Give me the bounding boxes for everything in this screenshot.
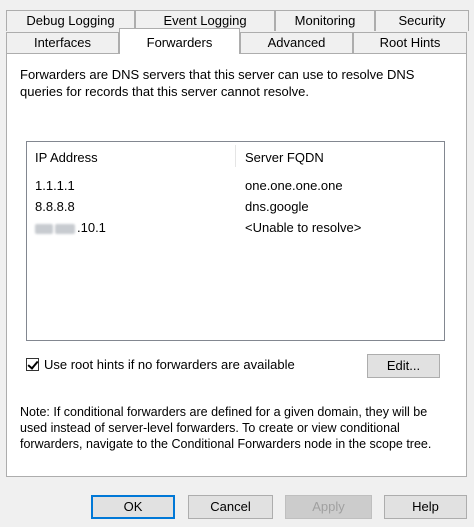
ip-address-cell: 8.8.8.8 <box>35 199 75 214</box>
forwarder-row[interactable]: 8.8.8.8 dns.google <box>27 197 444 217</box>
tab-debug-logging[interactable]: Debug Logging <box>6 10 135 31</box>
checkbox-box[interactable] <box>26 358 39 371</box>
cancel-button[interactable]: Cancel <box>188 495 273 519</box>
column-header-server-fqdn[interactable]: Server FQDN <box>245 150 324 165</box>
tab-forwarders[interactable]: Forwarders <box>119 28 240 54</box>
server-fqdn-cell: <Unable to resolve> <box>245 220 362 235</box>
dns-properties-dialog: Debug Logging Event Logging Monitoring S… <box>0 0 474 527</box>
apply-button[interactable]: Apply <box>285 495 372 519</box>
forwarder-row[interactable]: 1.1.1.1 one.one.one.one <box>27 176 444 196</box>
ip-address-cell: .10.1 <box>35 220 106 235</box>
redacted-octet <box>35 223 53 234</box>
column-header-ip-address[interactable]: IP Address <box>35 150 98 165</box>
tab-interfaces[interactable]: Interfaces <box>6 32 119 53</box>
column-divider[interactable] <box>235 145 236 167</box>
help-button[interactable]: Help <box>384 495 467 519</box>
server-fqdn-cell: dns.google <box>245 199 309 214</box>
ip-address-suffix: .10.1 <box>77 220 106 235</box>
forwarders-list[interactable]: IP Address Server FQDN 1.1.1.1 one.one.o… <box>26 141 445 341</box>
conditional-forwarders-note: Note: If conditional forwarders are defi… <box>20 405 432 451</box>
tab-root-hints[interactable]: Root Hints <box>353 32 467 53</box>
edit-button[interactable]: Edit... <box>367 354 440 378</box>
use-root-hints-label[interactable]: Use root hints if no forwarders are avai… <box>44 357 295 372</box>
tab-security[interactable]: Security <box>375 10 469 31</box>
ip-address-cell: 1.1.1.1 <box>35 178 75 193</box>
ok-button[interactable]: OK <box>91 495 175 519</box>
server-fqdn-cell: one.one.one.one <box>245 178 343 193</box>
tab-advanced[interactable]: Advanced <box>240 32 353 53</box>
tab-monitoring[interactable]: Monitoring <box>275 10 375 31</box>
list-header: IP Address Server FQDN <box>27 142 444 168</box>
redacted-octet <box>55 223 75 234</box>
checkmark-icon <box>27 358 39 370</box>
forwarder-row[interactable]: .10.1 <Unable to resolve> <box>27 218 444 238</box>
forwarders-description: Forwarders are DNS servers that this ser… <box>20 67 415 99</box>
